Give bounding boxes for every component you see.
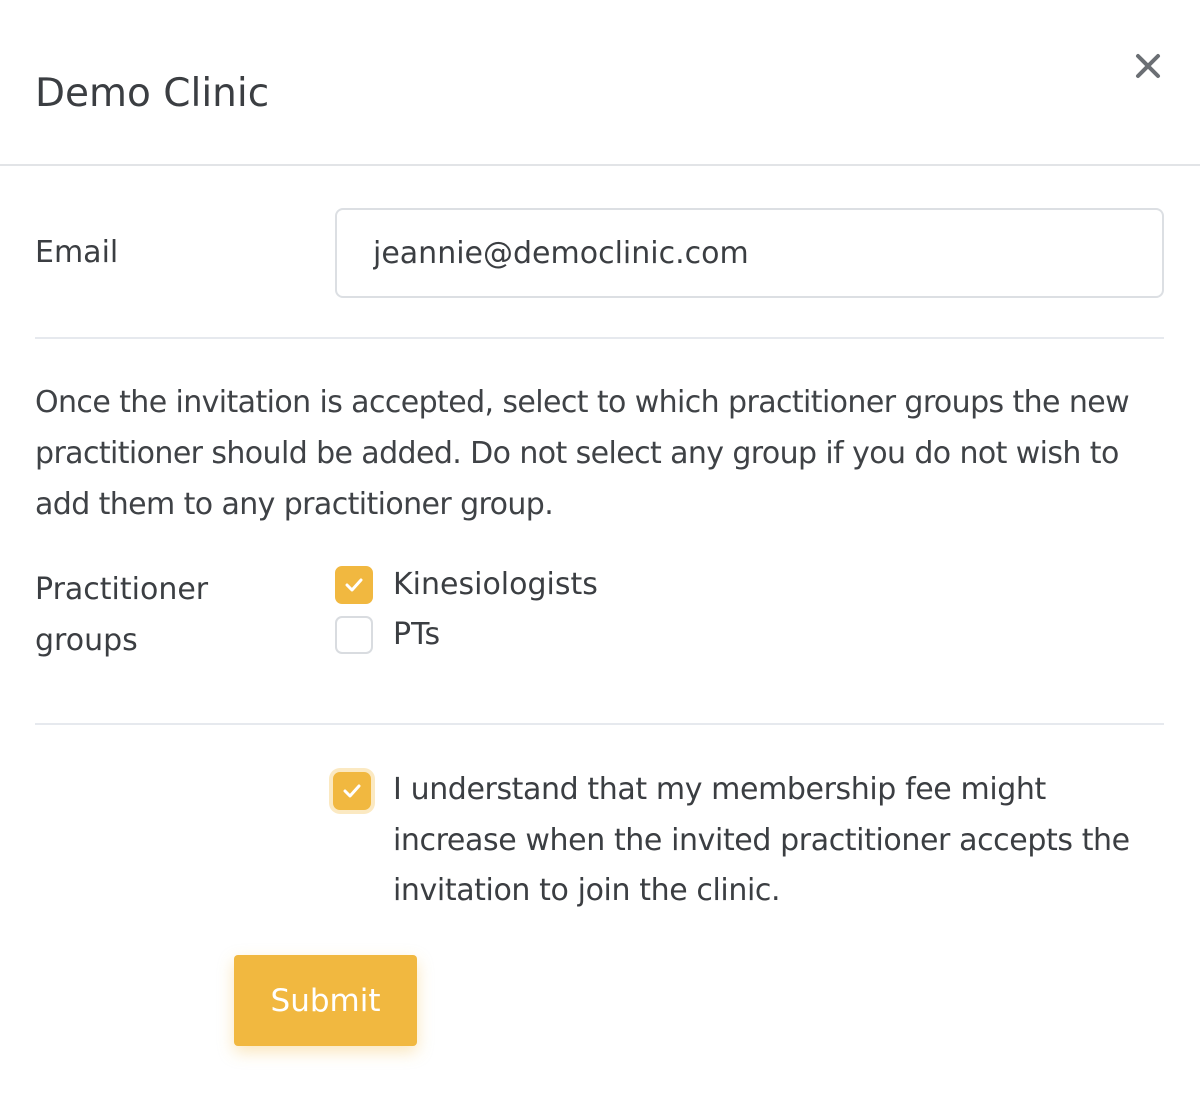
divider — [35, 723, 1164, 725]
check-icon — [345, 578, 363, 592]
modal-title: Demo Clinic — [35, 71, 270, 116]
practitioner-groups-label: Practitioner groups — [35, 572, 209, 658]
email-field[interactable] — [335, 208, 1164, 298]
pts-label: PTs — [393, 617, 441, 652]
divider — [35, 337, 1164, 339]
help-text: Once the invitation is accepted, select … — [35, 385, 1130, 522]
acknowledgement-checkbox[interactable] — [333, 772, 371, 810]
acknowledgement-text: I understand that my membership fee migh… — [393, 772, 1130, 908]
group-option-pts[interactable]: PTs — [335, 616, 440, 660]
check-icon — [343, 784, 361, 798]
kinesiologists-label: Kinesiologists — [393, 567, 598, 602]
kinesiologists-checkbox[interactable] — [335, 566, 373, 604]
pts-checkbox[interactable] — [335, 616, 373, 654]
invite-practitioner-modal: Demo Clinic Email Once the invitation is… — [0, 0, 1200, 1119]
modal-header: Demo Clinic — [0, 0, 1200, 166]
group-option-kinesiologists[interactable]: Kinesiologists — [335, 566, 598, 610]
close-button[interactable] — [1126, 46, 1170, 86]
acknowledgement-row[interactable]: I understand that my membership fee migh… — [333, 770, 1163, 917]
email-label: Email — [35, 235, 119, 270]
submit-button[interactable]: Submit — [234, 955, 417, 1046]
close-icon — [1136, 54, 1160, 78]
